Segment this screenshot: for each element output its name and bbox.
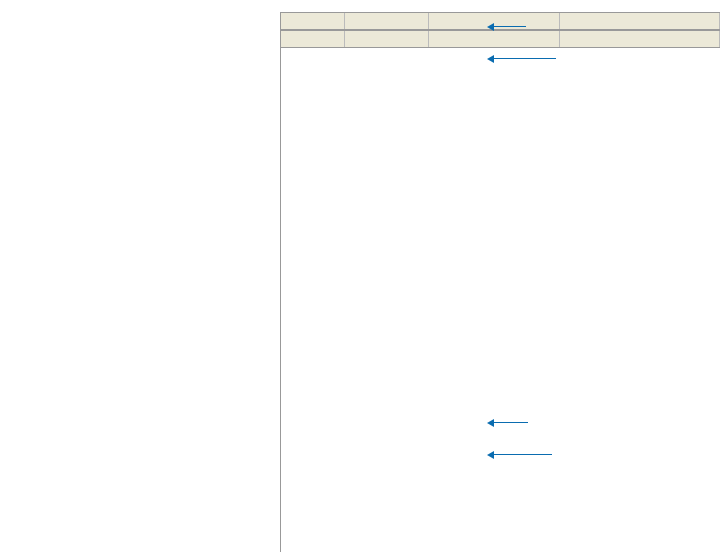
arrow-file	[492, 448, 552, 462]
main-panes	[0, 12, 720, 552]
arrow-virtual	[492, 416, 528, 430]
arrow-covers	[492, 20, 526, 34]
list-pane	[280, 12, 720, 552]
tree-pane	[0, 12, 280, 552]
arrow-nodata	[492, 52, 556, 66]
page-title	[0, 0, 720, 12]
